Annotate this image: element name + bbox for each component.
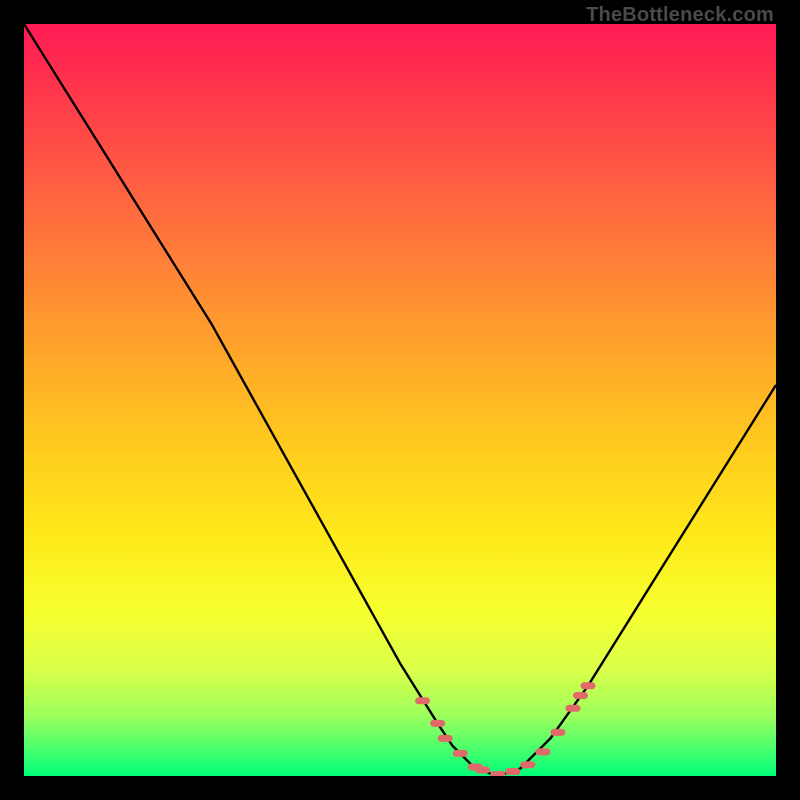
- curve-line: [24, 24, 776, 776]
- watermark-text: TheBottleneck.com: [586, 4, 774, 27]
- highlight-markers: [419, 686, 592, 775]
- bottleneck-curve-chart: [24, 24, 776, 776]
